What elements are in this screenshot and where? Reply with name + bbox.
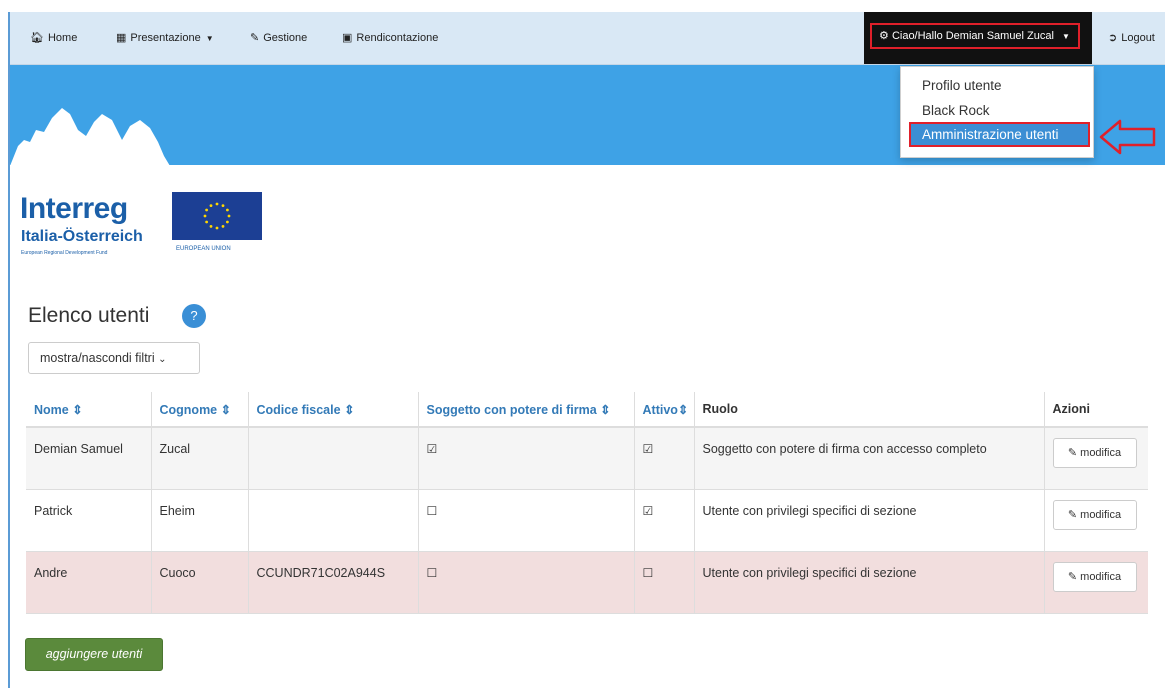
menu-item-profilo[interactable]: Profilo utente [901,75,1093,97]
sort-icon: ⇕ [220,402,232,417]
logo-subtitle: Italia-Österreich [21,228,143,245]
cell-codice-fiscale [247,427,418,490]
cell-cognome: Zucal [150,427,248,490]
table-row: Demian Samuel Zucal ☑ ☑ Soggetto con pot… [26,427,1148,490]
card-icon: ▣ [342,32,353,44]
toggle-filters-button[interactable]: mostra/nascondi filtri ⌄ [28,342,200,374]
edit-icon: ✎ [1067,447,1078,459]
sort-icon: ⇕ [72,402,83,417]
cell-codice-fiscale [247,489,418,552]
eu-label: EUROPEAN UNION [176,246,231,252]
unchecked-checkbox-icon: ☐ [642,565,654,580]
cell-ruolo: Soggetto con potere di firma con accesso… [693,427,1044,490]
cell-ruolo: Utente con privilegi specifici di sezion… [693,489,1044,552]
checked-checkbox-icon: ☑ [642,503,654,518]
eu-flag-icon [172,192,262,240]
pencil-icon: ✎ [250,32,260,44]
edit-icon: ✎ [1067,570,1078,583]
table-row: Andre Cuoco CCUNDR71C02A944S ☐ ☐ Utente … [26,551,1148,614]
cell-attivo: ☐ [633,551,694,614]
chevron-down-icon: ⌄ [158,354,167,365]
logo-fund: European Regional Development Fund [21,250,108,256]
left-accent-bar [0,0,10,688]
cell-cognome: Cuoco [150,551,248,614]
cell-nome: Demian Samuel [26,427,151,490]
table-row: Patrick Eheim ☐ ☑ Utente con privilegi s… [26,489,1148,552]
user-dropdown-menu: Profilo utente Black Rock Amministrazion… [900,66,1094,158]
users-table: Nome ⇕ Cognome ⇕ Codice fiscale ⇕ Sogget… [26,392,1148,614]
cell-azioni: ✎ modifica [1043,489,1148,552]
menu-item-black-rock[interactable]: Black Rock [901,100,1093,122]
edit-button[interactable]: ✎ modifica [1052,499,1137,530]
annotation-arrow-icon [1099,119,1156,155]
sort-icon: ⇕ [344,402,355,417]
page-title: Elenco utenti [28,304,150,327]
nav-presentazione[interactable]: ▦ Presentazione ▼ [116,12,214,64]
cell-attivo: ☑ [633,489,694,552]
column-header-nome[interactable]: Nome ⇕ [26,392,151,428]
cell-cognome: Eheim [150,489,248,552]
cell-firma: ☑ [417,427,634,490]
gear-icon: ⚙ [879,30,889,42]
checked-checkbox-icon: ☑ [426,442,438,456]
column-header-cognome[interactable]: Cognome ⇕ [150,392,248,428]
sort-icon: ⇕ [600,402,611,417]
column-header-ruolo: Ruolo [693,392,1044,428]
user-menu-toggle[interactable]: ⚙ Ciao/Hallo Demian Samuel Zucal ▼ [864,12,1092,64]
cell-firma: ☐ [417,551,634,614]
column-header-firma[interactable]: Soggetto con potere di firma ⇕ [417,392,634,428]
cell-nome: Patrick [26,489,151,552]
nav-logout[interactable]: ➲ Logout [1108,12,1155,64]
column-header-azioni: Azioni [1043,392,1148,428]
help-icon[interactable]: ? [182,304,206,328]
nav-gestione[interactable]: ✎ Gestione [250,12,307,64]
cell-nome: Andre [26,551,151,614]
column-header-attivo[interactable]: Attivo⇕ [633,392,694,428]
sort-icon: ⇕ [677,402,689,417]
table-header-row: Nome ⇕ Cognome ⇕ Codice fiscale ⇕ Sogget… [26,392,1148,428]
unchecked-checkbox-icon: ☐ [426,565,438,580]
cell-azioni: ✎ modifica [1043,427,1148,490]
logout-icon: ➲ [1108,32,1118,44]
cell-attivo: ☑ [633,427,694,490]
caret-down-icon: ▼ [1062,32,1070,41]
user-menu-highlight[interactable]: ⚙ Ciao/Hallo Demian Samuel Zucal ▼ [870,23,1080,49]
mountains-logo-icon [10,108,170,166]
edit-button[interactable]: ✎ modifica [1052,438,1137,468]
logo-title: Interreg [20,192,128,225]
caret-down-icon: ▼ [205,34,214,43]
edit-button[interactable]: ✎ modifica [1052,561,1137,592]
home-icon: 🏠︎ [30,32,44,44]
add-users-button[interactable]: aggiungere utenti [25,638,163,671]
cell-ruolo: Utente con privilegi specifici di sezion… [693,551,1044,614]
nav-rendicontazione[interactable]: ▣ Rendicontazione [342,12,438,64]
column-header-codice-fiscale[interactable]: Codice fiscale ⇕ [247,392,418,428]
unchecked-checkbox-icon: ☐ [426,503,438,518]
cell-codice-fiscale: CCUNDR71C02A944S [247,551,418,614]
edit-icon: ✎ [1067,508,1078,521]
menu-item-amministrazione-utenti[interactable]: Amministrazione utenti [909,122,1090,147]
cell-azioni: ✎ modifica [1043,551,1148,614]
document-icon: ▦ [116,32,127,44]
checked-checkbox-icon: ☑ [642,442,654,456]
nav-home[interactable]: 🏠︎ Home [30,12,77,64]
cell-firma: ☐ [417,489,634,552]
